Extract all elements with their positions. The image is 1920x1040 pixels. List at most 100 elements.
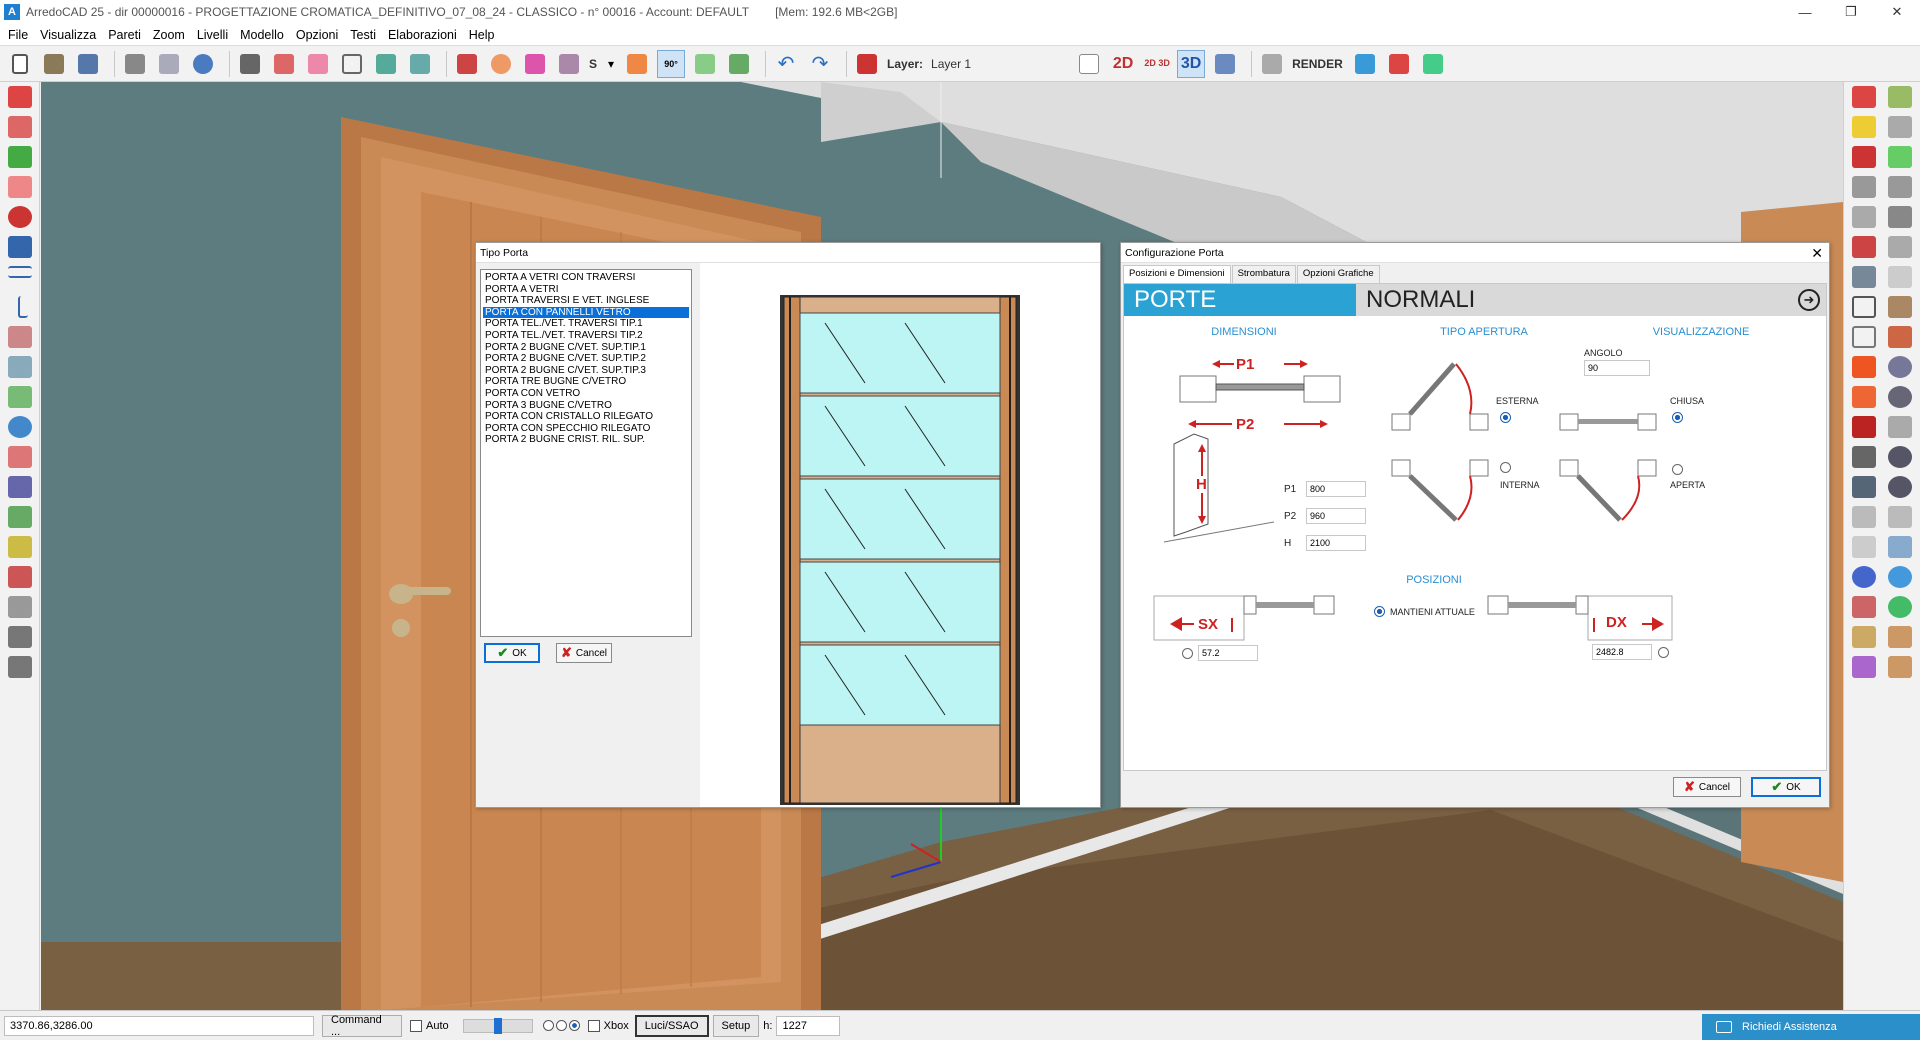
window-icon[interactable]	[1888, 206, 1912, 228]
file-icon[interactable]	[1852, 536, 1876, 558]
door-type-item[interactable]: PORTA TEL./VET. TRAVERSI TIP.1	[483, 318, 689, 330]
move-tool-icon[interactable]	[8, 116, 32, 138]
mode-radio-2[interactable]	[555, 1020, 567, 1031]
lock-icon[interactable]	[1852, 626, 1876, 648]
save-icon[interactable]	[74, 50, 102, 78]
anchor-icon[interactable]	[1852, 266, 1876, 288]
angle-90-icon[interactable]: 90°	[657, 49, 686, 78]
mirror-icon[interactable]	[8, 236, 32, 258]
h-field[interactable]: 2100	[1306, 535, 1366, 551]
array-icon[interactable]	[8, 326, 32, 348]
door-type-list[interactable]: PORTA A VETRI CON TRAVERSI PORTA A VETRI P…	[480, 269, 692, 637]
mode-radio-3[interactable]	[568, 1020, 580, 1031]
menu-testi[interactable]: Testi	[344, 28, 382, 42]
cube-outline2-icon[interactable]	[1852, 326, 1876, 348]
box-teal-icon[interactable]	[406, 50, 434, 78]
palette-icon[interactable]	[487, 50, 515, 78]
print-preview-icon[interactable]	[155, 50, 183, 78]
box-green-icon[interactable]	[372, 50, 400, 78]
maximize-button[interactable]: ❐	[1828, 0, 1874, 24]
interna-radio[interactable]	[1500, 462, 1511, 473]
door-type-item[interactable]: PORTA 2 BUGNE CRIST. RIL. SUP.	[483, 434, 689, 446]
sx-field[interactable]: 57.2	[1198, 645, 1258, 661]
mantieni-attuale-radio[interactable]	[1374, 606, 1385, 617]
info-icon[interactable]	[8, 416, 32, 438]
view-2d-button[interactable]: 2D	[1109, 50, 1137, 78]
menu-zoom[interactable]: Zoom	[147, 28, 191, 42]
new-file-icon[interactable]	[6, 50, 34, 78]
close-window-button[interactable]: ✕	[1874, 0, 1920, 24]
cube-red-icon[interactable]	[1852, 236, 1876, 258]
cube-dark-icon[interactable]	[1852, 416, 1876, 438]
zoom-in-icon[interactable]	[1888, 386, 1912, 408]
menu-elaborazioni[interactable]: Elaborazioni	[382, 28, 463, 42]
print-icon[interactable]	[121, 50, 149, 78]
door-type-item[interactable]: PORTA A VETRI CON TRAVERSI	[483, 272, 689, 284]
catalog-icon[interactable]	[453, 50, 481, 78]
cube-yellow-icon[interactable]	[1852, 116, 1876, 138]
zoom-window-icon[interactable]	[1888, 446, 1912, 468]
s-button[interactable]: S	[589, 57, 597, 71]
menu-opzioni[interactable]: Opzioni	[290, 28, 344, 42]
floor-dark-icon[interactable]	[725, 50, 753, 78]
redo-icon[interactable]: ↷	[806, 50, 834, 78]
door-type-item[interactable]: PORTA CON VETRO	[483, 388, 689, 400]
undo-icon[interactable]: ↶	[772, 50, 800, 78]
export-icon[interactable]	[1852, 206, 1876, 228]
zoom-fit-icon[interactable]	[1852, 476, 1876, 498]
menu-visualizza[interactable]: Visualizza	[34, 28, 102, 42]
hand-icon[interactable]	[1888, 506, 1912, 528]
pin-icon[interactable]	[1852, 86, 1876, 108]
list-icon[interactable]	[1888, 116, 1912, 138]
menu-livelli[interactable]: Livelli	[191, 28, 234, 42]
brush-icon[interactable]	[1888, 416, 1912, 438]
settings-icon[interactable]	[189, 50, 217, 78]
perpendicular-icon[interactable]	[18, 296, 28, 318]
chart-icon[interactable]	[8, 566, 32, 588]
door-type-item[interactable]: PORTA 2 BUGNE C/VET. SUP.TIP.3	[483, 365, 689, 377]
camera-icon[interactable]	[8, 626, 32, 648]
view-plan-icon[interactable]	[1211, 50, 1239, 78]
tab-opzioni-grafiche[interactable]: Opzioni Grafiche	[1296, 265, 1380, 283]
stamp-icon[interactable]	[1852, 176, 1876, 198]
globe-icon[interactable]	[1852, 566, 1876, 588]
box-outline-icon[interactable]	[338, 50, 366, 78]
setup-button[interactable]: Setup	[712, 1014, 760, 1037]
door-type-item[interactable]: PORTA 2 BUGNE C/VET. SUP.TIP.1	[483, 342, 689, 354]
dx-radio[interactable]	[1658, 647, 1669, 658]
config-cancel-button[interactable]: ✘ Cancel	[1673, 777, 1741, 797]
cube-outline-icon[interactable]	[1852, 296, 1876, 318]
tools-icon[interactable]	[8, 596, 32, 618]
menu-file[interactable]: File	[0, 28, 34, 42]
door-type-item[interactable]: PORTA TRAVERSI E VET. INGLESE	[483, 295, 689, 307]
open-folder-icon[interactable]	[40, 50, 68, 78]
layer-icon[interactable]	[853, 50, 881, 78]
aperta-radio[interactable]	[1672, 464, 1683, 475]
render-icon[interactable]	[1258, 50, 1286, 78]
wall-tool-icon[interactable]	[236, 50, 264, 78]
close-icon[interactable]: ✕	[1811, 245, 1823, 262]
esterna-radio[interactable]	[1500, 412, 1511, 423]
auto-checkbox[interactable]: Auto	[410, 1019, 449, 1032]
layer-dropdown-icon[interactable]	[1075, 50, 1103, 78]
config-ok-button[interactable]: ✔ OK	[1751, 777, 1821, 797]
tab-strombatura[interactable]: Strombatura	[1231, 265, 1296, 283]
earth-icon[interactable]	[1888, 566, 1912, 588]
chiusa-radio[interactable]	[1672, 412, 1683, 423]
dropdown-arrow-icon[interactable]: ▾	[605, 50, 617, 78]
zoom-out-icon[interactable]	[1888, 476, 1912, 498]
swap-icon[interactable]	[1888, 536, 1912, 558]
view-2d3d-button[interactable]: 2D 3D	[1143, 50, 1171, 78]
p1-field[interactable]: 800	[1306, 481, 1366, 497]
menu-modello[interactable]: Modello	[234, 28, 290, 42]
door-type-item[interactable]: PORTA 3 BUGNE C/VETRO	[483, 400, 689, 412]
arrow-right-circle-icon[interactable]: ➜	[1798, 289, 1820, 311]
measure-icon[interactable]	[8, 536, 32, 558]
search-icon[interactable]	[1888, 356, 1912, 378]
layer-value[interactable]: Layer 1	[931, 57, 971, 71]
snap-icon[interactable]	[8, 446, 32, 468]
mode-radio-1[interactable]	[542, 1020, 554, 1031]
slider[interactable]	[462, 1017, 533, 1034]
refresh-icon[interactable]	[8, 206, 32, 228]
floor-icon[interactable]	[691, 50, 719, 78]
